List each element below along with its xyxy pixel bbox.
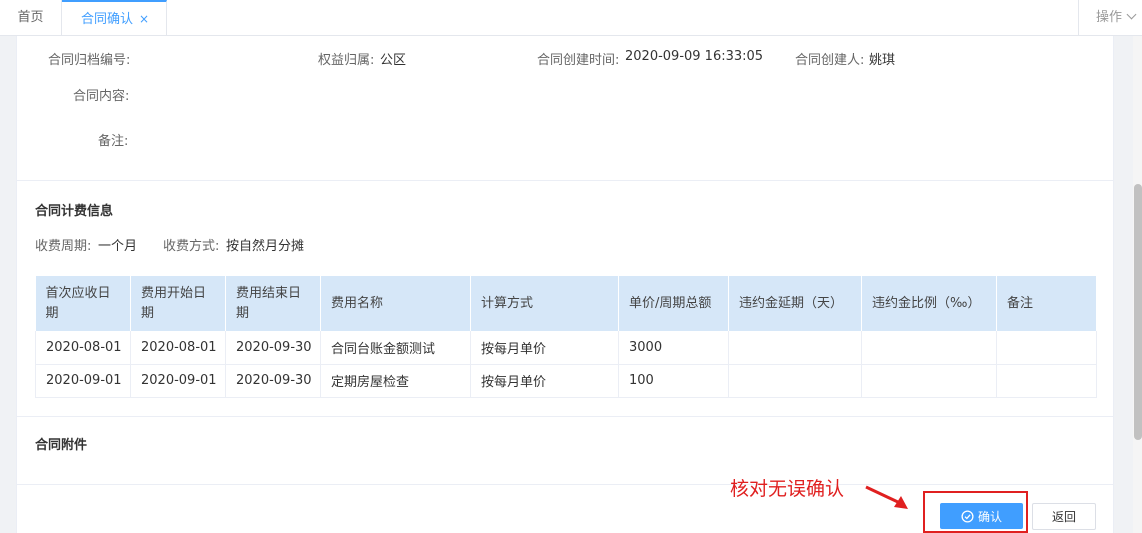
back-button[interactable]: 返回 (1032, 503, 1096, 530)
column-header: 费用结束日期 (225, 276, 321, 331)
table-cell: 合同台账金额测试 (320, 331, 471, 365)
created-time-label: 合同创建时间: (537, 53, 620, 68)
rights-value: 公区 (380, 53, 407, 68)
table-cell (728, 364, 862, 398)
annotation-text: 核对无误确认 (730, 478, 845, 500)
column-header: 费用开始日期 (130, 276, 226, 331)
creator-value: 姚琪 (869, 53, 896, 68)
table-row: 2020-09-01 2020-09-01 2020-09-30 定期房屋检查 … (35, 364, 1097, 398)
cycle-label: 收费周期: (35, 239, 92, 254)
section-divider (16, 484, 1114, 485)
tab-label: 合同确认 (81, 12, 134, 27)
column-header: 计算方式 (470, 276, 619, 331)
attachments-section-title: 合同附件 (35, 438, 88, 453)
table-cell: 定期房屋检查 (320, 364, 471, 398)
table-cell: 2020-09-30 (225, 364, 321, 398)
tab-contract-confirm[interactable]: 合同确认 × (62, 0, 167, 36)
archive-no-label: 合同归档编号: (48, 53, 131, 68)
confirm-button[interactable]: 确认 (940, 503, 1023, 529)
column-header: 首次应收日期 (35, 276, 131, 331)
table-cell (861, 331, 997, 365)
column-header: 单价/周期总额 (618, 276, 729, 331)
table-cell: 2020-08-01 (35, 331, 131, 365)
table-header-row: 首次应收日期 费用开始日期 费用结束日期 费用名称 计算方式 单价/周期总额 违… (35, 276, 1097, 331)
created-time-value: 2020-09-09 16:33:05 (625, 49, 764, 64)
section-divider (16, 416, 1114, 417)
table-cell: 2020-09-01 (35, 364, 131, 398)
operations-label: 操作 (1096, 10, 1123, 25)
fee-table: 首次应收日期 费用开始日期 费用结束日期 费用名称 计算方式 单价/周期总额 违… (35, 276, 1097, 398)
check-circle-icon (961, 509, 974, 523)
scrollbar-thumb[interactable] (1134, 184, 1142, 440)
chevron-down-icon (1126, 9, 1137, 20)
red-arrow-icon (865, 485, 908, 509)
confirm-label: 确认 (977, 509, 1002, 524)
method-value: 按自然月分摊 (226, 239, 305, 254)
table-cell (996, 331, 1097, 365)
section-divider (16, 180, 1114, 181)
column-header: 违约金延期（天） (728, 276, 862, 331)
billing-section-title: 合同计费信息 (35, 204, 114, 219)
remark-label: 备注: (98, 134, 129, 149)
table-cell (996, 364, 1097, 398)
creator-label: 合同创建人: (795, 53, 865, 68)
table-cell: 按每月单价 (470, 331, 619, 365)
table-cell: 2020-09-30 (225, 331, 321, 365)
tab-bar: 首页 合同确认 × 操作 (0, 0, 1142, 36)
table-cell (861, 364, 997, 398)
rights-label: 权益归属: (318, 53, 375, 68)
close-icon[interactable]: × (139, 2, 149, 36)
operations-menu[interactable]: 操作 (1078, 0, 1142, 36)
column-header: 备注 (996, 276, 1097, 331)
table-cell (728, 331, 862, 365)
table-row: 2020-08-01 2020-08-01 2020-09-30 合同台账金额测… (35, 331, 1097, 365)
cycle-value: 一个月 (98, 239, 138, 254)
table-cell: 100 (618, 364, 729, 398)
table-cell: 按每月单价 (470, 364, 619, 398)
table-cell: 3000 (618, 331, 729, 365)
method-label: 收费方式: (163, 239, 220, 254)
content-label: 合同内容: (73, 89, 130, 104)
table-cell: 2020-08-01 (130, 331, 226, 365)
column-header: 费用名称 (320, 276, 471, 331)
column-header: 违约金比例（‰） (861, 276, 997, 331)
table-cell: 2020-09-01 (130, 364, 226, 398)
tab-home[interactable]: 首页 (0, 0, 62, 36)
